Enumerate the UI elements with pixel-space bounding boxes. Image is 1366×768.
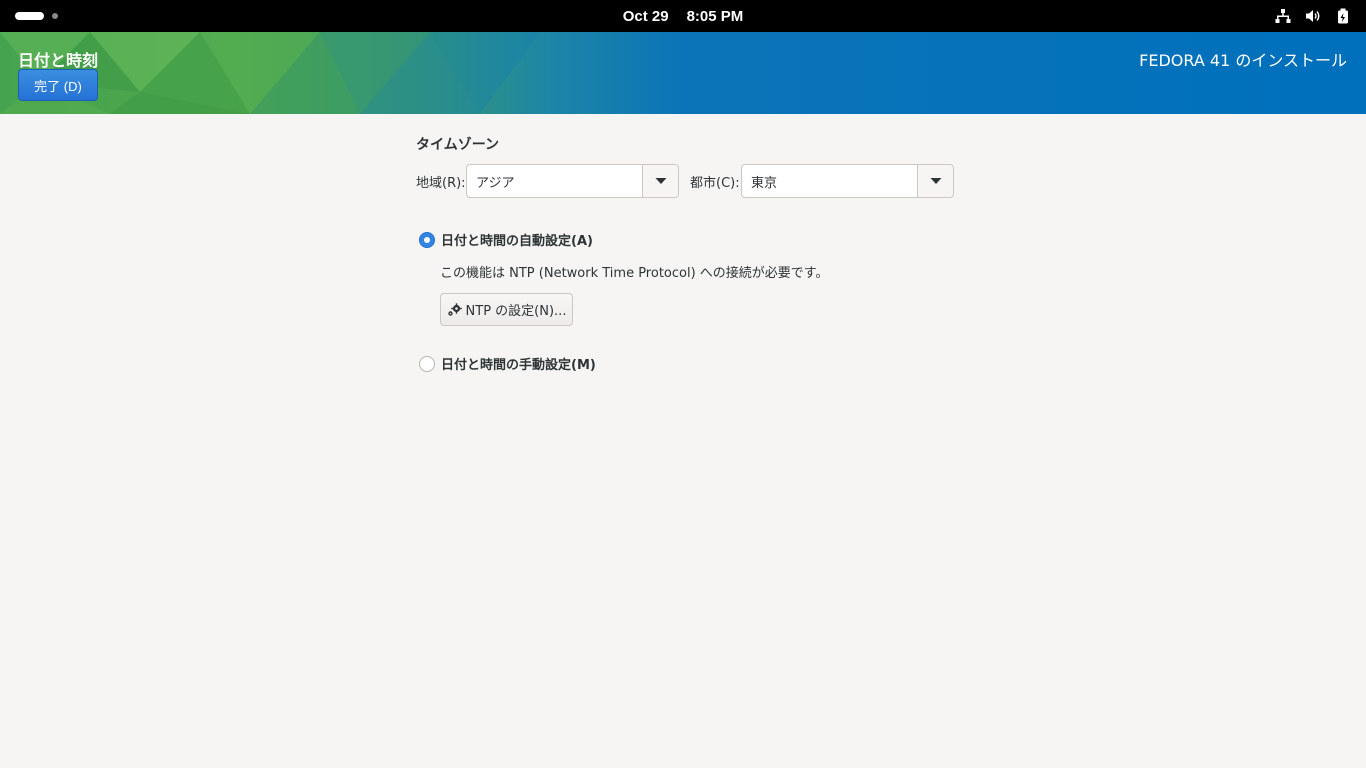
gear-icon [447, 302, 463, 317]
header-banner: 日付と時刻 完了 (D) FEDORA 41 のインストール [0, 32, 1366, 114]
clock: Oct 29 8:05 PM [0, 0, 1366, 32]
region-value[interactable]: アジア [467, 165, 642, 197]
page-title: 日付と時刻 [18, 51, 99, 70]
manual-datetime-option[interactable]: 日付と時間の手動設定(M) [419, 354, 596, 373]
city-combo[interactable]: 東京 [741, 164, 954, 198]
network-icon[interactable] [1274, 7, 1292, 25]
ntp-description: この機能は NTP (Network Time Protocol) への接続が必… [440, 266, 829, 281]
product-title: FEDORA 41 のインストール [1139, 51, 1347, 70]
workspace-indicator[interactable] [52, 13, 58, 19]
activities-button[interactable] [15, 10, 58, 22]
auto-datetime-radio[interactable] [419, 231, 435, 248]
clock-time[interactable]: 8:05 PM [687, 8, 744, 25]
clock-date[interactable]: Oct 29 [623, 8, 669, 25]
volume-icon[interactable] [1304, 7, 1322, 25]
city-dropdown-arrow-icon[interactable] [917, 165, 953, 197]
top-bar: Oct 29 8:05 PM [0, 0, 1366, 32]
region-combo[interactable]: アジア [466, 164, 679, 198]
ntp-settings-label[interactable]: NTP の設定(N)... [466, 300, 567, 319]
timezone-heading: タイムゾーン [416, 137, 500, 153]
auto-datetime-option[interactable]: 日付と時間の自動設定(A) [419, 230, 593, 249]
region-label: 地域(R): [416, 176, 466, 191]
done-button[interactable]: 完了 (D) [18, 69, 98, 101]
system-tray[interactable] [1274, 0, 1352, 32]
ntp-settings-button[interactable]: NTP の設定(N)... [440, 293, 573, 326]
region-dropdown-arrow-icon[interactable] [642, 165, 678, 197]
city-label: 都市(C): [690, 176, 740, 191]
auto-datetime-label[interactable]: 日付と時間の自動設定(A) [441, 230, 593, 249]
manual-datetime-radio[interactable] [419, 355, 435, 372]
workspace-indicator-active[interactable] [15, 12, 44, 20]
city-value[interactable]: 東京 [742, 165, 917, 197]
battery-icon[interactable] [1334, 7, 1352, 25]
manual-datetime-label[interactable]: 日付と時間の手動設定(M) [441, 354, 596, 373]
